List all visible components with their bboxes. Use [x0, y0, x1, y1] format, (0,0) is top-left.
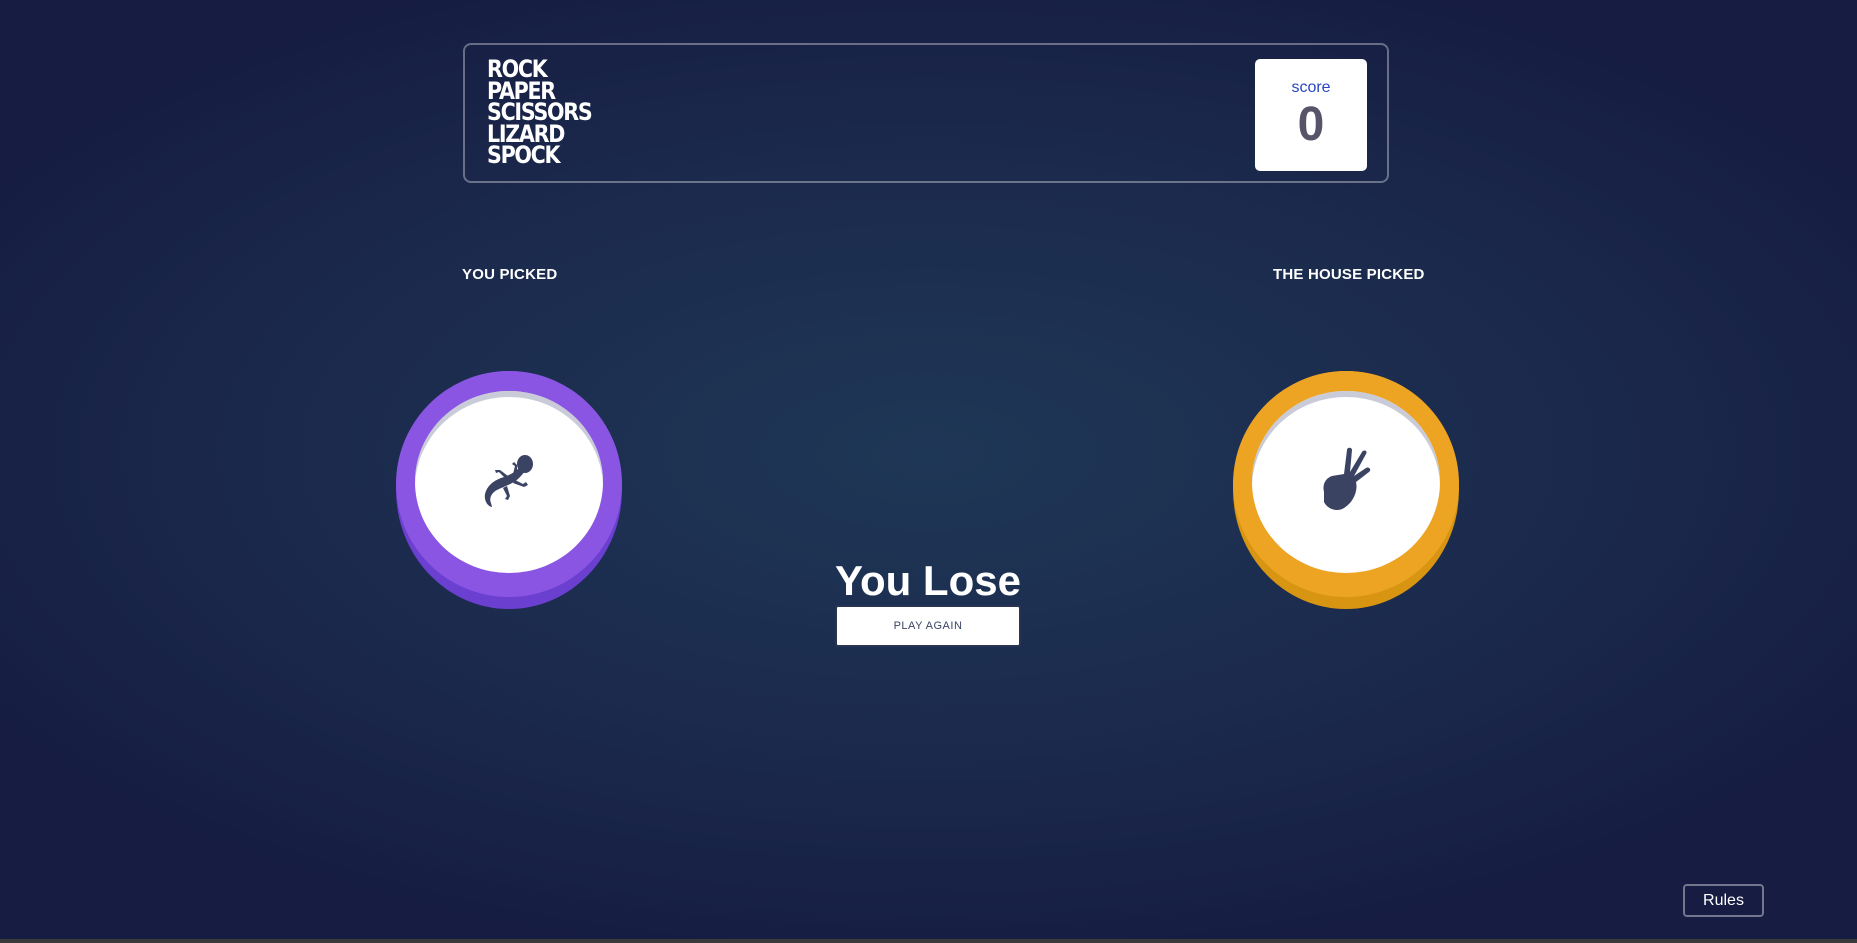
score-box: score 0	[1255, 59, 1367, 171]
rules-button[interactable]: Rules	[1683, 884, 1764, 917]
you-picked-label: YOU PICKED	[462, 266, 558, 283]
house-choice-spock-token	[1233, 371, 1459, 609]
play-again-button[interactable]: PLAY AGAIN	[835, 605, 1021, 647]
score-label: score	[1291, 79, 1331, 96]
game-title: ROCK PAPER SCISSORS LIZARD SPOCK	[487, 57, 609, 169]
bottom-border	[0, 939, 1857, 943]
spock-hand-icon	[1323, 447, 1371, 510]
score-value: 0	[1297, 98, 1325, 151]
house-picked-label: THE HOUSE PICKED	[1273, 266, 1425, 283]
user-choice-lizard-token	[396, 371, 622, 609]
title-line-spock: SPOCK	[487, 141, 561, 169]
result-text: You Lose	[835, 557, 1021, 604]
lizard-icon	[484, 455, 533, 507]
game-header: ROCK PAPER SCISSORS LIZARD SPOCK score 0	[463, 43, 1389, 183]
